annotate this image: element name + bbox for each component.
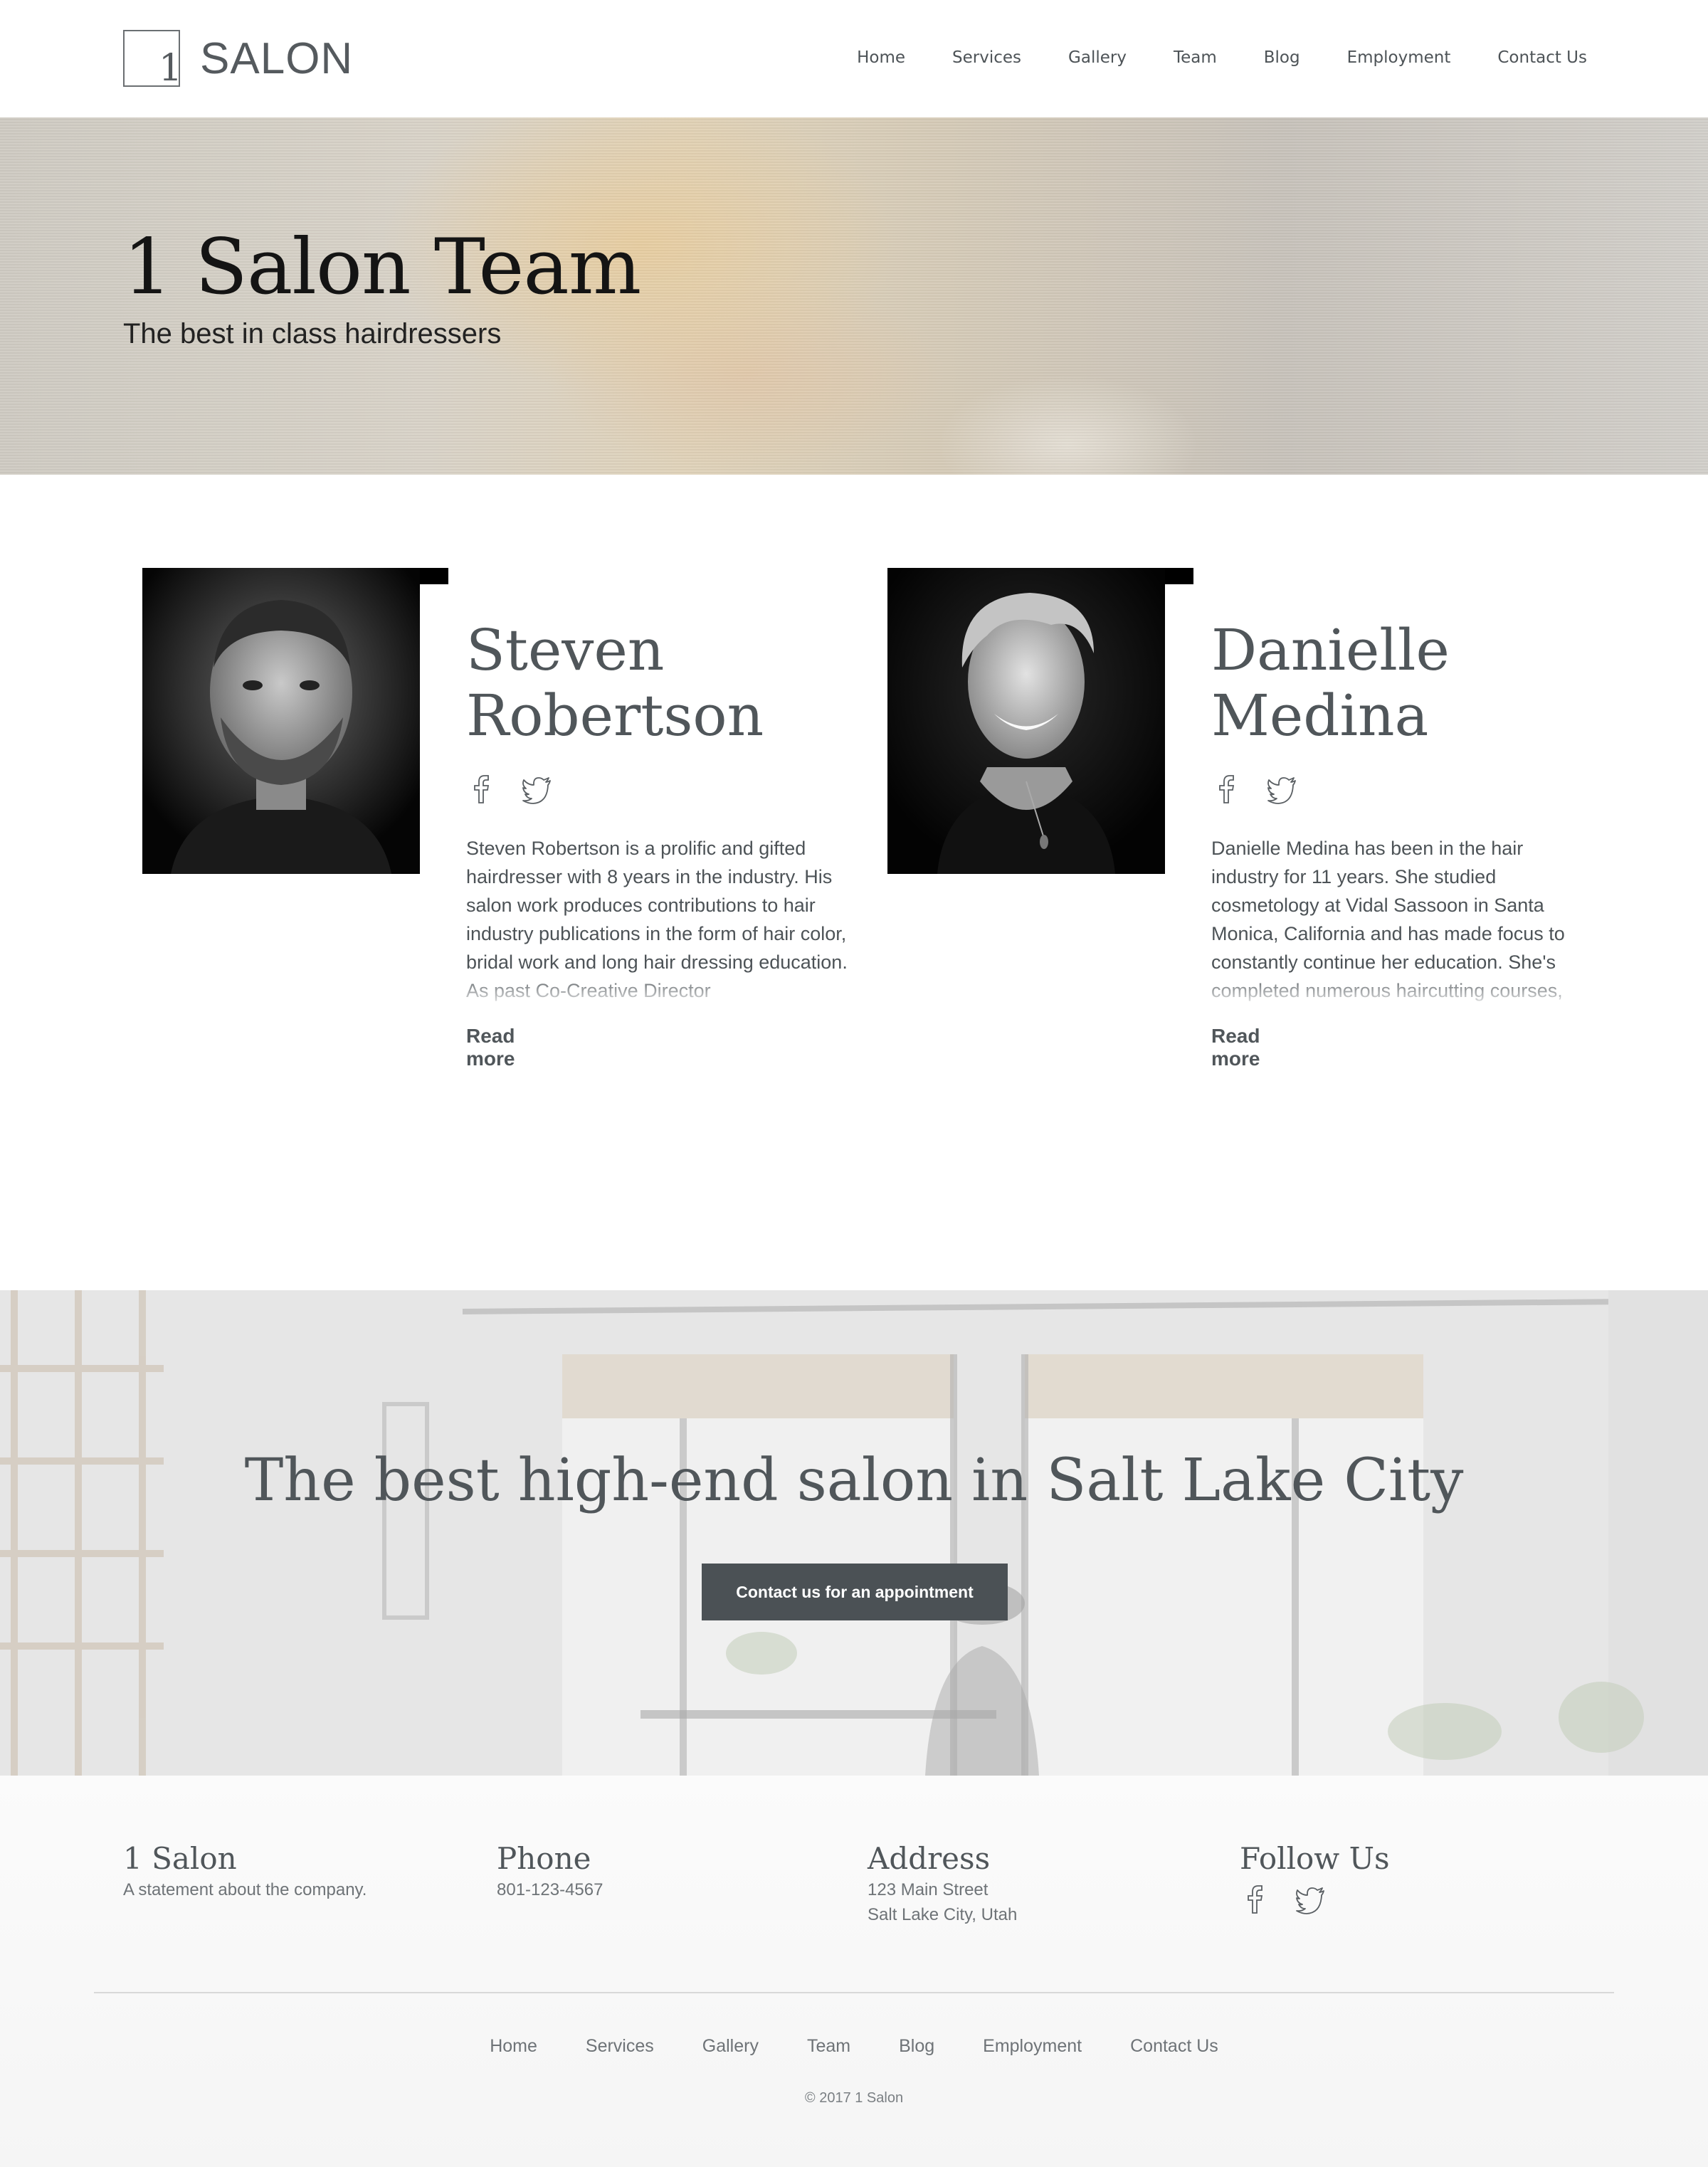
team-member-bio: Danielle Medina has been in the hair ind… (1211, 838, 1565, 1001)
facebook-icon[interactable] (1211, 774, 1241, 804)
footer-follow: Follow Us (1240, 1841, 1390, 1914)
footer-nav-services[interactable]: Services (586, 2036, 654, 2057)
footer-nav-gallery[interactable]: Gallery (702, 2036, 759, 2057)
nav-team[interactable]: Team (1174, 48, 1217, 67)
team-member-socials (466, 774, 552, 804)
read-more-link[interactable]: Read more (1211, 1025, 1260, 1070)
cta-banner: The best high-end salon in Salt Lake Cit… (0, 1290, 1708, 1776)
footer-phone: Phone 801-123-4567 (497, 1841, 603, 1902)
nav-blog[interactable]: Blog (1264, 48, 1300, 67)
team-member-photo (887, 568, 1165, 874)
team-member-name: Danielle Medina (1211, 618, 1610, 749)
team-member-photo (142, 568, 420, 874)
team-member-name: Steven Robertson (466, 618, 865, 749)
team-member-last-name: Robertson (466, 682, 764, 749)
logo-mark-digit: 1 (159, 47, 183, 90)
logo-text: SALON (200, 33, 354, 83)
team-member-first-name: Steven (466, 617, 665, 683)
footer-nav-blog[interactable]: Blog (899, 2036, 934, 2057)
twitter-icon[interactable] (522, 774, 552, 804)
footer-address: Address 123 Main Street Salt Lake City, … (868, 1841, 1017, 1927)
logo[interactable]: 1 SALON (123, 30, 353, 87)
twitter-icon[interactable] (1267, 774, 1297, 804)
footer-address-line2: Salt Lake City, Utah (868, 1905, 1018, 1924)
contact-appointment-button[interactable]: Contact us for an appointment (702, 1564, 1008, 1620)
footer-phone-title: Phone (497, 1841, 591, 1876)
footer-company-title: 1 Salon (123, 1841, 237, 1876)
nav-employment[interactable]: Employment (1347, 48, 1451, 67)
footer-socials (1240, 1884, 1390, 1914)
footer-phone-number[interactable]: 801-123-4567 (497, 1877, 603, 1902)
footer-divider (94, 1992, 1614, 1993)
team-member-bio: Steven Robertson is a prolific and gifte… (466, 838, 848, 1001)
footer-nav-team[interactable]: Team (807, 2036, 850, 2057)
footer-company: 1 Salon A statement about the company. (123, 1841, 367, 1902)
twitter-icon[interactable] (1295, 1884, 1325, 1914)
team-member-socials (1211, 774, 1297, 804)
logo-mark: 1 (123, 30, 183, 90)
hero-banner: 1 Salon Team The best in class hairdress… (0, 117, 1708, 475)
nav-contact-us[interactable]: Contact Us (1497, 48, 1587, 67)
copyright: © 2017 1 Salon (804, 2090, 904, 2106)
cta-background-image (0, 1290, 1708, 1776)
site-header: 1 SALON Home Services Gallery Team Blog … (0, 0, 1708, 117)
team-member-first-name: Danielle (1211, 617, 1450, 683)
read-more-link[interactable]: Read more (466, 1025, 515, 1070)
nav-home[interactable]: Home (857, 48, 905, 67)
footer-follow-title: Follow Us (1240, 1841, 1390, 1876)
facebook-icon[interactable] (466, 774, 496, 804)
footer-nav-contact-us[interactable]: Contact Us (1130, 2036, 1218, 2057)
main-nav: Home Services Gallery Team Blog Employme… (810, 48, 1587, 67)
facebook-icon[interactable] (1240, 1884, 1270, 1914)
page-subtitle: The best in class hairdressers (123, 318, 502, 349)
footer-company-text: A statement about the company. (123, 1880, 367, 1899)
footer-nav-home[interactable]: Home (490, 2036, 537, 2057)
footer-nav-employment[interactable]: Employment (983, 2036, 1082, 2057)
cta-title: The best high-end salon in Salt Lake Cit… (244, 1447, 1464, 1514)
nav-services[interactable]: Services (952, 48, 1021, 67)
page-title: 1 Salon Team (123, 223, 641, 312)
footer-address-line1: 123 Main Street (868, 1880, 989, 1899)
team-member-last-name: Medina (1211, 682, 1429, 749)
footer-address-title: Address (868, 1841, 991, 1876)
nav-gallery[interactable]: Gallery (1068, 48, 1127, 67)
site-footer: 1 Salon A statement about the company. P… (0, 1776, 1708, 2167)
footer-nav: Home Services Gallery Team Blog Employme… (0, 2036, 1708, 2057)
